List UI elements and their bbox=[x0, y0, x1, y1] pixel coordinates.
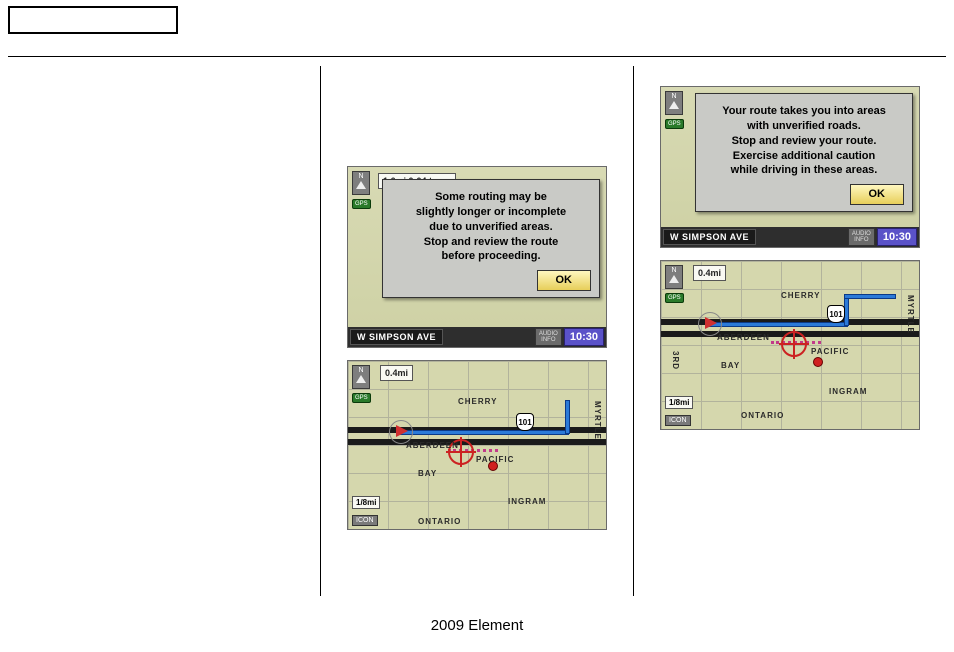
compass-icon: N bbox=[665, 91, 683, 115]
header-box bbox=[8, 6, 178, 34]
routing-warning-dialog: Some routing may be slightly longer or i… bbox=[382, 179, 600, 298]
compass-icon: N bbox=[352, 171, 370, 195]
route-segment-h2 bbox=[845, 295, 895, 298]
street-name: W SIMPSON AVE bbox=[663, 229, 756, 245]
label-myrtle: MYRTLE bbox=[906, 295, 915, 334]
scale-indicator: 1/8mi bbox=[352, 496, 380, 509]
hwy-shield: 101 bbox=[827, 305, 845, 323]
ok-button[interactable]: OK bbox=[537, 270, 592, 291]
audio-info-button[interactable]: AUDIO INFO bbox=[848, 228, 875, 246]
target-icon bbox=[781, 331, 807, 357]
street-name: W SIMPSON AVE bbox=[350, 329, 443, 345]
compass-icon: N bbox=[352, 365, 370, 389]
hwy-shield: 101 bbox=[516, 413, 534, 431]
label-pacific: PACIFIC bbox=[476, 455, 514, 464]
route-segment-h1 bbox=[707, 323, 847, 326]
nav-bottom-bar: W SIMPSON AVE AUDIO INFO 10:30 bbox=[348, 327, 606, 347]
destination-pin bbox=[813, 357, 823, 367]
distance-box: 0.4mi bbox=[380, 365, 413, 381]
column-middle: N GPS 1.6mi 0:04 to go Some routing may … bbox=[320, 66, 633, 596]
clock: 10:30 bbox=[564, 328, 604, 346]
compass-icon: N bbox=[665, 265, 683, 289]
gps-badge: GPS bbox=[352, 199, 371, 209]
audio-info-button[interactable]: AUDIO INFO bbox=[535, 328, 562, 346]
route-segment-v1 bbox=[845, 295, 848, 325]
unverified-warning-dialog: Your route takes you into areas with unv… bbox=[695, 93, 913, 212]
icon-button[interactable]: ICON bbox=[352, 515, 378, 526]
label-ontario: ONTARIO bbox=[418, 517, 461, 526]
page-footer: 2009 Element bbox=[0, 617, 954, 634]
label-ontario: ONTARIO bbox=[741, 411, 784, 420]
ok-button[interactable]: OK bbox=[850, 184, 905, 205]
gps-badge: GPS bbox=[665, 293, 684, 303]
label-cherry: CHERRY bbox=[781, 291, 820, 300]
nav-screen-1: N GPS 1.6mi 0:04 to go Some routing may … bbox=[347, 166, 607, 348]
gps-badge: GPS bbox=[352, 393, 371, 403]
label-bay: BAY bbox=[418, 469, 437, 478]
dialog-text: Your route takes you into areas with unv… bbox=[704, 104, 904, 178]
distance-box: 0.4mi bbox=[693, 265, 726, 281]
vehicle-icon bbox=[705, 317, 717, 329]
nav-screen-2: N GPS Your route takes you into areas wi… bbox=[660, 86, 920, 248]
nav-map-1[interactable]: 101 N GPS 0.4mi CHERRY ABERDEEN PACIFIC … bbox=[347, 360, 607, 530]
columns: N GPS 1.6mi 0:04 to go Some routing may … bbox=[8, 66, 946, 596]
label-ingram: INGRAM bbox=[829, 387, 867, 396]
scale-indicator: 1/8mi bbox=[665, 396, 693, 409]
horizontal-rule bbox=[8, 56, 946, 57]
route-segment-h bbox=[398, 431, 568, 434]
route-segment-v bbox=[566, 401, 569, 433]
vehicle-icon bbox=[396, 425, 408, 437]
label-myrtle: MYRTLE bbox=[593, 401, 602, 440]
label-aberdeen: ABERDEEN bbox=[406, 441, 459, 450]
label-bay: BAY bbox=[721, 361, 740, 370]
icon-button[interactable]: ICON bbox=[665, 415, 691, 426]
column-right: N GPS Your route takes you into areas wi… bbox=[633, 66, 946, 596]
nav-top-1: N GPS 1.6mi 0:04 to go Some routing may … bbox=[348, 167, 606, 327]
map-grid bbox=[348, 361, 606, 529]
label-pacific: PACIFIC bbox=[811, 347, 849, 356]
column-left bbox=[8, 66, 320, 596]
road-major-2 bbox=[348, 439, 606, 445]
nav-bottom-bar: W SIMPSON AVE AUDIO INFO 10:30 bbox=[661, 227, 919, 247]
dialog-text: Some routing may be slightly longer or i… bbox=[391, 190, 591, 264]
label-ingram: INGRAM bbox=[508, 497, 546, 506]
clock: 10:30 bbox=[877, 228, 917, 246]
label-aberdeen: ABERDEEN bbox=[717, 333, 770, 342]
nav-map-2[interactable]: 101 N GPS 0.4mi CHERRY ABERDEEN PACIFIC … bbox=[660, 260, 920, 430]
nav-top-2: N GPS Your route takes you into areas wi… bbox=[661, 87, 919, 227]
label-cherry: CHERRY bbox=[458, 397, 497, 406]
gps-badge: GPS bbox=[665, 119, 684, 129]
label-third: 3RD bbox=[671, 351, 680, 370]
